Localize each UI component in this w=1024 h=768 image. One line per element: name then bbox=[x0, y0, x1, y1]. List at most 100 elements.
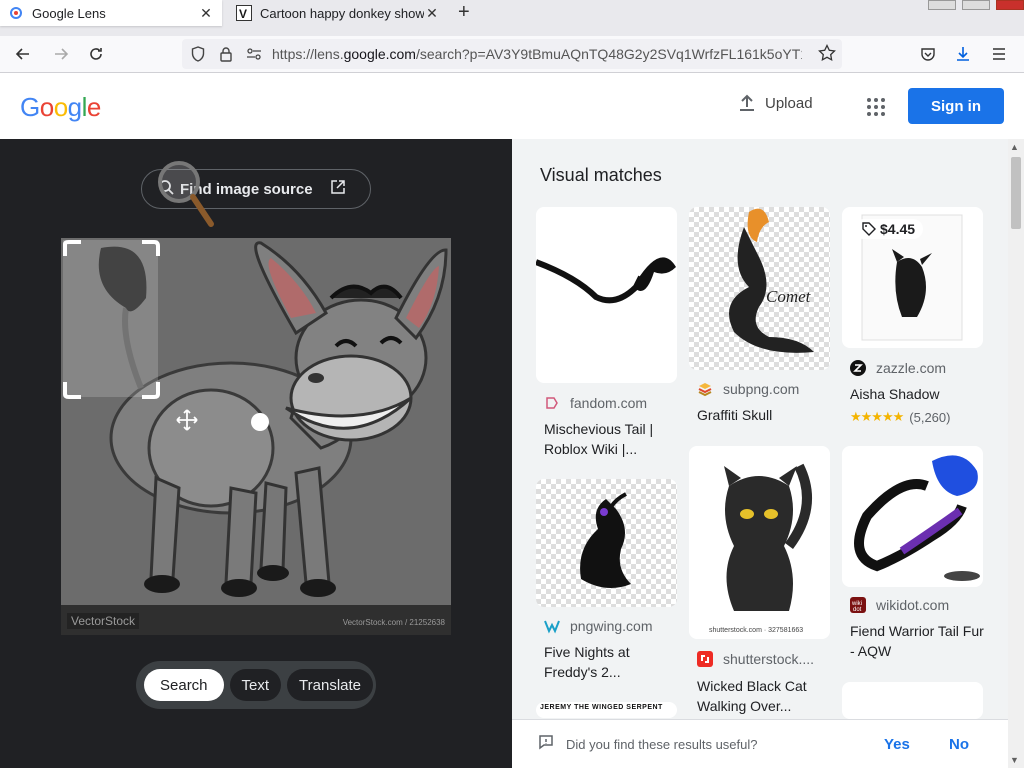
result-source[interactable]: pngwing.com bbox=[544, 618, 653, 634]
address-bar[interactable]: https://lens.google.com/search?p=AV3Y9tB… bbox=[182, 39, 842, 69]
upload-icon bbox=[740, 94, 754, 111]
result-source[interactable]: zazzle.com bbox=[850, 360, 946, 376]
logo-letter: G bbox=[20, 92, 40, 122]
results-pane: Visual matches fandom.com Mischevious Ta… bbox=[512, 139, 1024, 768]
pngwing-icon bbox=[544, 618, 560, 634]
rating-stars: ★★★★★ bbox=[850, 409, 904, 424]
result-title[interactable]: Five Nights at Freddy's 2... bbox=[544, 642, 679, 682]
result-image-label: shutterstock.com · 327581663 bbox=[709, 627, 803, 634]
mode-translate-button[interactable]: Translate bbox=[287, 669, 374, 701]
browser-tab-bar: Google Lens ✕ V Cartoon happy donkey sho… bbox=[0, 0, 1024, 36]
result-image-partial[interactable] bbox=[842, 682, 983, 719]
url-path: /search?p=AV3Y9tBmuAQnTQ48G2y2SVq1WrfzFL… bbox=[415, 46, 802, 62]
downloads-button[interactable] bbox=[952, 43, 974, 65]
result-source[interactable]: wiki dot wikidot.com bbox=[850, 597, 949, 613]
hamburger-menu-icon bbox=[993, 48, 1005, 60]
price-value: $4.45 bbox=[880, 221, 916, 237]
wikidot-icon: wiki dot bbox=[850, 597, 866, 613]
result-site-label: pngwing.com bbox=[570, 618, 653, 634]
result-source[interactable]: shutterstock.... bbox=[697, 651, 814, 667]
sign-in-button[interactable]: Sign in bbox=[908, 88, 1004, 124]
result-image[interactable] bbox=[842, 446, 983, 587]
watermark-id: VectorStock.com / 21252638 bbox=[342, 618, 445, 627]
result-image[interactable] bbox=[536, 479, 677, 607]
forward-button[interactable] bbox=[50, 43, 72, 65]
result-title[interactable]: Graffiti Skull bbox=[697, 405, 832, 425]
close-window-button[interactable] bbox=[996, 0, 1024, 10]
upload-button[interactable]: Upload bbox=[738, 94, 813, 112]
result-title[interactable]: Fiend Warrior Tail Fur - AQW bbox=[850, 621, 985, 661]
tab-cartoon-donkey[interactable]: V Cartoon happy donkey showing ✕ bbox=[228, 0, 448, 26]
magnifier-cursor-icon bbox=[156, 159, 216, 234]
scroll-up-icon[interactable]: ▲ bbox=[1010, 142, 1019, 152]
result-title[interactable]: Wicked Black Cat Walking Over... bbox=[697, 676, 832, 716]
google-apps-icon[interactable] bbox=[866, 97, 886, 122]
new-tab-button[interactable]: + bbox=[458, 1, 470, 24]
result-image-partial[interactable]: JEREMY THE WINGED SERPENT bbox=[536, 702, 677, 718]
back-arrow-icon bbox=[15, 48, 29, 60]
google-lens-icon bbox=[8, 5, 24, 21]
reload-button[interactable] bbox=[85, 43, 107, 65]
tab-google-lens[interactable]: Google Lens ✕ bbox=[0, 0, 222, 26]
bookmark-star-icon[interactable] bbox=[818, 43, 836, 67]
result-image[interactable]: shutterstock.com · 327581663 bbox=[689, 446, 830, 639]
svg-text:dot: dot bbox=[853, 607, 862, 612]
results-scrollbar[interactable]: ▲ ▼ bbox=[1008, 139, 1024, 768]
menu-button[interactable] bbox=[988, 43, 1010, 65]
feedback-yes-button[interactable]: Yes bbox=[884, 736, 910, 753]
url-prefix: https://lens. bbox=[272, 46, 344, 62]
lens-image-pane: Find image source VectorStock VectorStoc… bbox=[0, 139, 512, 768]
url-domain: google.com bbox=[343, 46, 416, 62]
move-cursor-icon bbox=[176, 409, 198, 436]
back-button[interactable] bbox=[12, 43, 34, 65]
result-site-label: subpng.com bbox=[723, 381, 800, 397]
pocket-button[interactable] bbox=[917, 43, 939, 65]
lens-mode-switcher: Search Text Translate bbox=[136, 661, 376, 709]
tab-title: Cartoon happy donkey showing bbox=[260, 5, 424, 21]
shield-icon[interactable] bbox=[186, 39, 210, 69]
feedback-question: Did you find these results useful? bbox=[566, 736, 758, 752]
logo-letter: o bbox=[53, 92, 68, 122]
maximize-button[interactable] bbox=[962, 0, 990, 10]
result-source[interactable]: fandom.com bbox=[544, 395, 647, 411]
open-in-new-icon bbox=[330, 180, 345, 198]
minimize-button[interactable] bbox=[928, 0, 956, 10]
result-site-label: zazzle.com bbox=[876, 360, 947, 376]
crop-selection-box[interactable] bbox=[63, 240, 160, 399]
mode-search-button[interactable]: Search bbox=[144, 669, 224, 701]
upload-label: Upload bbox=[765, 94, 813, 112]
result-image-label: Comet bbox=[766, 287, 812, 306]
result-image[interactable]: $4.45 bbox=[842, 207, 983, 348]
watermark-vectorstock: VectorStock bbox=[67, 613, 140, 629]
lock-icon[interactable] bbox=[214, 39, 238, 69]
result-site-label: wikidot.com bbox=[876, 597, 950, 613]
result-image[interactable]: Comet bbox=[689, 207, 830, 370]
tab-title: Google Lens bbox=[32, 5, 106, 21]
permissions-icon[interactable] bbox=[242, 39, 266, 69]
object-dot-marker[interactable] bbox=[251, 413, 269, 431]
logo-letter: g bbox=[67, 92, 82, 122]
subpng-icon bbox=[697, 381, 713, 397]
fandom-icon bbox=[544, 395, 560, 411]
result-site-label: fandom.com bbox=[570, 395, 648, 411]
close-tab-icon[interactable]: ✕ bbox=[424, 5, 440, 22]
result-image[interactable] bbox=[536, 207, 677, 383]
star-rating: ★★★★★ (5,260) bbox=[850, 409, 950, 425]
feedback-bar: Did you find these results useful? Yes N… bbox=[512, 719, 1008, 768]
reload-icon bbox=[90, 48, 102, 60]
scroll-down-icon[interactable]: ▼ bbox=[1010, 755, 1019, 765]
mode-text-button[interactable]: Text bbox=[229, 669, 282, 701]
result-site-label: shutterstock.... bbox=[723, 651, 815, 667]
result-source[interactable]: subpng.com bbox=[697, 381, 799, 397]
shutterstock-icon bbox=[697, 651, 713, 667]
download-icon bbox=[957, 47, 969, 61]
feedback-icon bbox=[538, 734, 554, 755]
feedback-no-button[interactable]: No bbox=[949, 736, 969, 753]
close-tab-icon[interactable]: ✕ bbox=[198, 5, 214, 22]
result-title[interactable]: Mischevious Tail | Roblox Wiki |... bbox=[544, 419, 679, 459]
result-title[interactable]: Aisha Shadow bbox=[850, 384, 985, 404]
scrollbar-thumb[interactable] bbox=[1011, 157, 1021, 229]
url-text[interactable]: https://lens.google.com/search?p=AV3Y9tB… bbox=[272, 46, 802, 62]
google-logo[interactable]: Google bbox=[20, 92, 101, 123]
visual-matches-heading: Visual matches bbox=[540, 165, 662, 185]
